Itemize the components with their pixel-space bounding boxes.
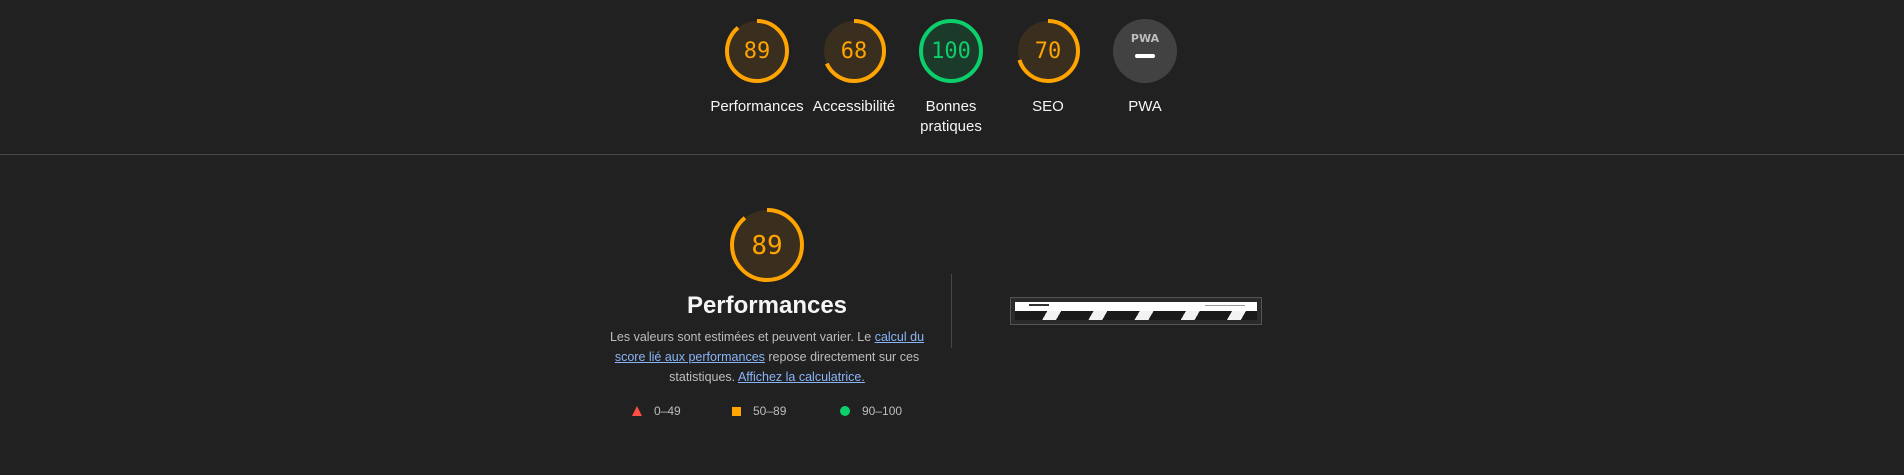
gauge-score: 100 — [931, 39, 971, 64]
gauge-label: PWA — [1128, 98, 1162, 115]
gauge-score: 70 — [1035, 39, 1062, 64]
gauge-ring: 89 — [725, 19, 789, 83]
gauge-performances[interactable]: 89 Performances — [702, 18, 812, 117]
gauge-score: 68 — [841, 39, 868, 64]
triangle-icon — [632, 406, 642, 416]
gauge-ring: 100 — [919, 19, 983, 83]
calculator-link[interactable]: Affichez la calculatrice. — [738, 370, 865, 384]
gauge-label: SEO — [1032, 98, 1064, 115]
legend-range: 90–100 — [862, 404, 903, 418]
legend-item-fail: 0–49 — [632, 404, 681, 418]
gauge-ring: 68 — [822, 19, 886, 83]
square-icon — [732, 406, 741, 416]
gauge-pwa[interactable]: PWA PWA — [1090, 18, 1200, 117]
gauge-score: 89 — [744, 39, 771, 64]
performance-description: Les valeurs sont estimées et peuvent var… — [607, 327, 927, 387]
category-gauges: 89 Performances 68 Accessibilité 100 Bon… — [0, 0, 1904, 154]
gauge-label: Accessibilité — [812, 98, 896, 115]
performance-score: 89 — [751, 231, 782, 261]
legend-item-average: 50–89 — [732, 404, 786, 418]
gauge-label: Bonnes pratiques — [920, 98, 982, 135]
gauge-bonnes-pratiques[interactable]: 100 Bonnes pratiques — [896, 18, 1006, 137]
gauge-ring: 70 — [1016, 19, 1080, 83]
desc-text: Les valeurs sont estimées et peuvent var… — [609, 330, 875, 344]
performance-title: Performances — [686, 292, 848, 319]
legend-range: 0–49 — [654, 404, 681, 418]
screenshot-image — [1015, 302, 1257, 320]
gauge-accessibilite[interactable]: 68 Accessibilité — [799, 18, 909, 117]
gauge-ring: 89 — [730, 208, 804, 282]
performance-gauge: 89 — [727, 205, 807, 285]
circle-icon — [840, 406, 850, 416]
vertical-separator — [951, 274, 952, 348]
section-divider — [0, 154, 1904, 155]
gauge-label: Performances — [710, 98, 804, 115]
page-screenshot-thumbnail[interactable] — [1010, 297, 1262, 325]
pwa-badge-text: PWA — [1131, 32, 1160, 45]
pwa-badge-icon: PWA — [1113, 19, 1177, 83]
legend-range: 50–89 — [753, 404, 787, 418]
legend-item-pass: 90–100 — [840, 404, 902, 418]
gauge-seo[interactable]: 70 SEO — [993, 18, 1103, 117]
